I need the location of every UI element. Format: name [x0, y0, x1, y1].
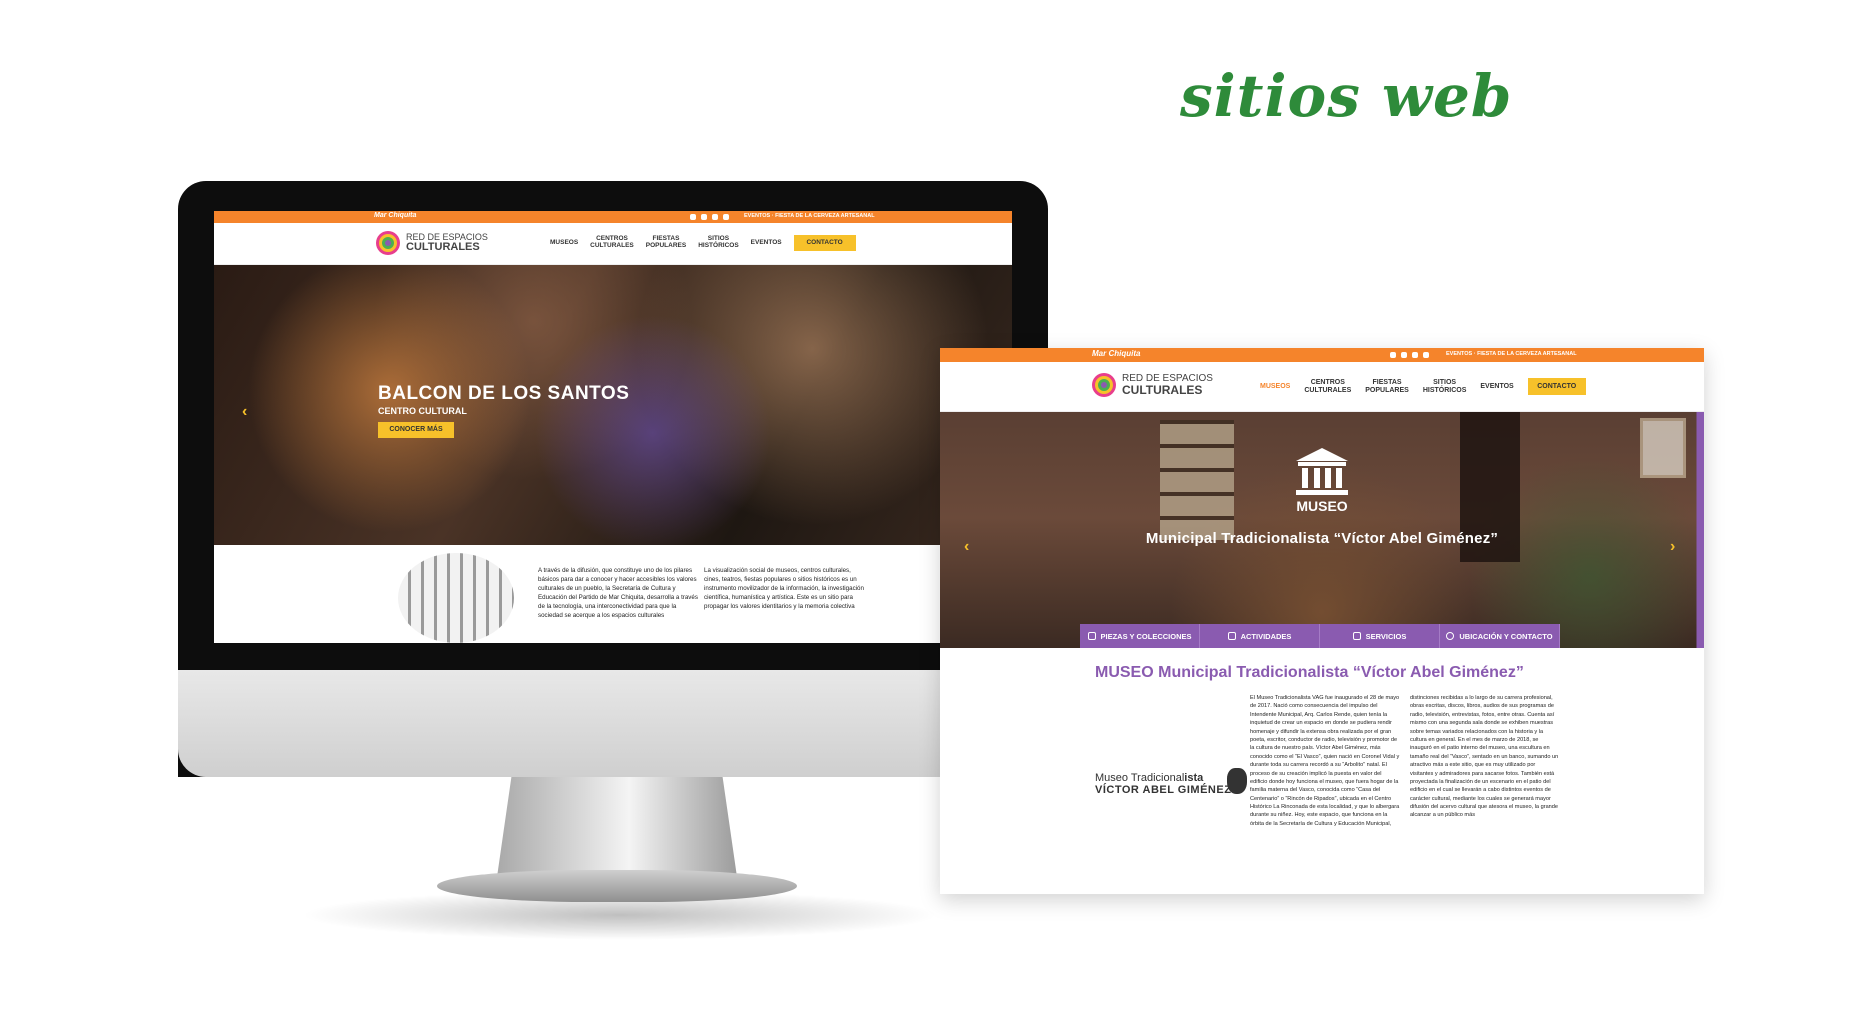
museum-page-screen: Mar Chiquita EVENTOS · FIESTA DE LA CERV… [940, 348, 1704, 894]
pieces-icon [1087, 632, 1096, 640]
nav-eventos[interactable]: EVENTOS [1480, 383, 1513, 390]
social-icons [1390, 352, 1429, 358]
hero-subtitle: CENTRO CULTURAL [378, 406, 467, 416]
museum-text-column-2: distinciones recibidas a lo largo de su … [1410, 695, 1559, 819]
facebook-icon[interactable] [1390, 352, 1396, 358]
mail-icon[interactable] [723, 214, 729, 220]
slider-prev-arrow[interactable]: ‹ [964, 538, 969, 556]
calendar-icon [1227, 632, 1236, 640]
building-photo [398, 553, 514, 643]
navbar: RED DE ESPACIOS CULTURALES MUSEOS CENTRO… [940, 362, 1704, 412]
intro-column-1: A través de la difusión, que constituye … [538, 567, 698, 619]
rainbow-logo-icon [1092, 373, 1116, 397]
museum-icon [1296, 448, 1348, 496]
museum-hero: MUSEO Municipal Tradicionalista “Víctor … [940, 412, 1704, 648]
frame-photo [1640, 418, 1686, 478]
imac-stand [497, 777, 737, 877]
top-bar: Mar Chiquita EVENTOS · FIESTA DE LA CERV… [940, 348, 1704, 362]
museum-text-column-1: El Museo Tradicionalista VAG fue inaugur… [1250, 695, 1400, 827]
logo-line2: CULTURALES [406, 241, 480, 253]
site-logo[interactable]: RED DE ESPACIOS CULTURALES [1090, 371, 1213, 399]
top-bar: Mar Chiquita EVENTOS · FIESTA DE LA CERV… [214, 211, 1012, 223]
museum-title: MUSEO Municipal Tradicionalista “Víctor … [1095, 664, 1524, 681]
facebook-icon[interactable] [690, 214, 696, 220]
nav-museos[interactable]: MUSEOS [550, 239, 578, 247]
nav-centros-culturales[interactable]: CENTROS CULTURALES [1304, 379, 1351, 394]
contact-button[interactable]: CONTACTO [1527, 378, 1586, 395]
nav-eventos[interactable]: EVENTOS [751, 239, 782, 247]
tab-ubicacion[interactable]: UBICACIÓN Y CONTACTO [1440, 624, 1560, 648]
navbar: RED DE ESPACIOS CULTURALES MUSEOS CENTRO… [214, 223, 1012, 265]
hero-cta-button[interactable]: CONOCER MÁS [378, 422, 454, 438]
tab-servicios[interactable]: SERVICIOS [1320, 624, 1440, 648]
rainbow-logo-icon [376, 231, 400, 255]
bookshelf-photo [1160, 420, 1234, 540]
hero-museum-name: Municipal Tradicionalista “Víctor Abel G… [1145, 530, 1499, 547]
twitter-icon[interactable] [1412, 352, 1418, 358]
nav-fiestas-populares[interactable]: FIESTAS POPULARES [1365, 379, 1409, 394]
site-logo[interactable]: RED DE ESPACIOS CULTURALES [374, 229, 488, 257]
services-icon [1352, 632, 1361, 640]
imac-chin [178, 670, 1048, 777]
mail-icon[interactable] [1423, 352, 1429, 358]
headline: sitios web [1180, 62, 1513, 130]
instagram-icon[interactable] [701, 214, 707, 220]
slider-prev-arrow[interactable]: ‹ [242, 403, 247, 421]
nav-centros-culturales[interactable]: CENTROS CULTURALES [590, 235, 634, 250]
showcase-stage: sitios web Mar Chiquita EVENTOS · FIESTA… [0, 0, 1876, 1022]
topbar-events[interactable]: EVENTOS · FIESTA DE LA CERVEZA ARTESANAL [744, 213, 875, 219]
nav-sitios-historicos[interactable]: SITIOS HISTÓRICOS [698, 235, 738, 250]
hero-title: BALCON DE LOS SANTOS [378, 383, 630, 404]
home-intro: A través de la difusión, que constituye … [214, 545, 1012, 643]
brand-small: Mar Chiquita [374, 212, 417, 219]
hero-slider: ‹ BALCON DE LOS SANTOS CENTRO CULTURAL C… [214, 265, 1012, 545]
twitter-icon[interactable] [712, 214, 718, 220]
nav-fiestas-populares[interactable]: FIESTAS POPULARES [646, 235, 686, 250]
main-nav: MUSEOS CENTROS CULTURALES FIESTAS POPULARE… [550, 235, 856, 251]
museum-logo: Museo Tradicionalista VÍCTOR ABEL GIMÉNE… [1095, 768, 1247, 796]
location-pin-icon [1446, 632, 1455, 640]
nav-museos[interactable]: MUSEOS [1260, 383, 1290, 390]
tab-actividades[interactable]: ACTIVIDADES [1200, 624, 1320, 648]
home-page-screen: Mar Chiquita EVENTOS · FIESTA DE LA CERV… [214, 211, 1012, 643]
social-icons [690, 214, 729, 220]
hero-category: MUSEO [1296, 498, 1348, 514]
logo-line2: CULTURALES [1122, 383, 1203, 397]
intro-column-2: La visualización social de museos, centr… [704, 567, 864, 610]
contact-button[interactable]: CONTACTO [793, 235, 856, 251]
brand-small: Mar Chiquita [1092, 349, 1141, 358]
main-nav: MUSEOS CENTROS CULTURALES FIESTAS POPULARE… [1260, 378, 1586, 395]
topbar-events[interactable]: EVENTOS · FIESTA DE LA CERVEZA ARTESANAL [1446, 351, 1577, 357]
portrait-icon [1227, 768, 1247, 794]
tab-piezas[interactable]: PIEZAS Y COLECCIONES [1080, 624, 1200, 648]
nav-sitios-historicos[interactable]: SITIOS HISTÓRICOS [1423, 379, 1467, 394]
imac-foot [437, 870, 797, 902]
instagram-icon[interactable] [1401, 352, 1407, 358]
slider-next-arrow[interactable]: › [1670, 538, 1675, 556]
museum-tabs: PIEZAS Y COLECCIONES ACTIVIDADES SERVICI… [1080, 624, 1560, 648]
